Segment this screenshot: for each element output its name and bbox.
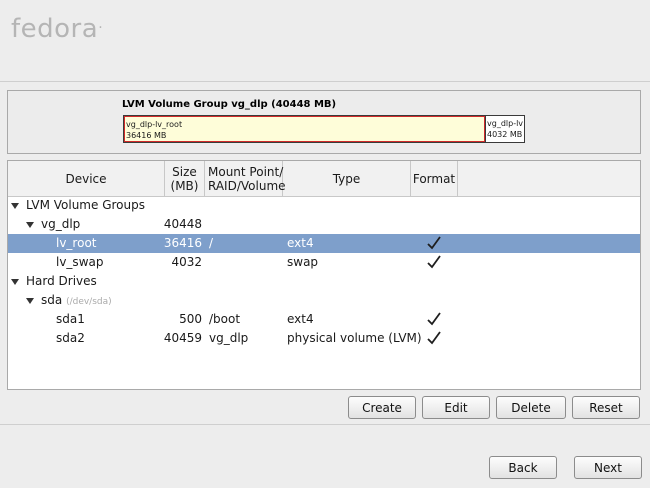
device-label: LVM Volume Groups	[26, 198, 145, 212]
size-value: 40459	[163, 331, 202, 345]
column-mount-line1: Mount Point/	[208, 164, 284, 179]
fedora-logo: fedora.	[11, 14, 103, 44]
column-device[interactable]: Device	[8, 161, 165, 196]
tree-row-lvm-volume-groups[interactable]: LVM Volume Groups	[8, 196, 640, 215]
tree-row-sda[interactable]: sda (/dev/sda)	[8, 291, 640, 310]
checkmark-icon[interactable]	[426, 235, 442, 251]
tree-row-lv-root[interactable]: lv_root 36416 / ext4	[8, 234, 640, 253]
size-value: 40448	[163, 217, 202, 231]
volume-group-bar: vg_dlp-lv_root 36416 MB vg_dlp-lv 4032 M…	[123, 115, 525, 143]
column-format[interactable]: Format	[411, 161, 458, 196]
volume-group-graphic: LVM Volume Group vg_dlp (40448 MB) vg_dl…	[7, 90, 641, 154]
segment-lv-root-name: vg_dlp-lv_root	[126, 120, 183, 129]
segment-lv-swap[interactable]: vg_dlp-lv 4032 MB	[485, 116, 524, 142]
checkmark-icon[interactable]	[426, 311, 442, 327]
column-size-line1: Size	[172, 164, 197, 179]
device-label: Hard Drives	[26, 274, 97, 288]
device-label: sda1	[56, 312, 85, 326]
column-mount-line2: RAID/Volume	[208, 178, 286, 193]
column-type[interactable]: Type	[283, 161, 411, 196]
size-value: 36416	[163, 236, 202, 250]
tree-row-sda1[interactable]: sda1 500 /boot ext4	[8, 310, 640, 329]
type-value: ext4	[287, 236, 314, 250]
size-value: 4032	[171, 255, 202, 269]
device-label: sda2	[56, 331, 85, 345]
device-label-group: sda (/dev/sda)	[41, 291, 112, 310]
device-label: vg_dlp	[41, 217, 81, 231]
expander-down-icon[interactable]	[26, 222, 34, 228]
tree-row-sda2[interactable]: sda2 40459 vg_dlp physical volume (LVM)	[8, 329, 640, 348]
segment-lv-root-size: 36416 MB	[126, 131, 167, 140]
header-divider	[0, 81, 650, 82]
column-size-line2: (MB)	[170, 178, 199, 193]
back-button[interactable]: Back	[489, 456, 557, 479]
tree-header: Device Size (MB) Mount Point/RAID/Volume …	[8, 161, 640, 197]
device-label: lv_swap	[56, 255, 104, 269]
column-mount-point[interactable]: Mount Point/RAID/Volume	[205, 161, 286, 196]
create-button[interactable]: Create	[348, 396, 416, 419]
mount-value: vg_dlp	[209, 331, 249, 345]
tree-row-hard-drives[interactable]: Hard Drives	[8, 272, 640, 291]
checkmark-icon[interactable]	[426, 254, 442, 270]
reset-button[interactable]: Reset	[572, 396, 640, 419]
size-value: 500	[179, 312, 202, 326]
mount-value: /	[209, 236, 214, 250]
type-value: ext4	[287, 312, 314, 326]
expander-down-icon[interactable]	[11, 279, 19, 285]
column-size[interactable]: Size (MB)	[165, 161, 205, 196]
tree-row-vg-dlp[interactable]: vg_dlp 40448	[8, 215, 640, 234]
type-value: physical volume (LVM)	[287, 331, 422, 345]
device-tree[interactable]: Device Size (MB) Mount Point/RAID/Volume …	[7, 160, 641, 390]
logo-mark: .	[98, 16, 104, 32]
expander-down-icon[interactable]	[11, 203, 19, 209]
footer-divider	[0, 424, 650, 425]
delete-button[interactable]: Delete	[496, 396, 566, 419]
expander-down-icon[interactable]	[26, 298, 34, 304]
segment-lv-swap-name: vg_dlp-lv	[487, 119, 524, 128]
segment-lv-root[interactable]: vg_dlp-lv_root 36416 MB	[124, 116, 485, 142]
device-label: sda	[41, 293, 63, 307]
device-label: lv_root	[56, 236, 97, 250]
checkmark-icon[interactable]	[426, 330, 442, 346]
device-path-hint: (/dev/sda)	[66, 297, 112, 307]
volume-group-title: LVM Volume Group vg_dlp (40448 MB)	[122, 99, 337, 110]
tree-row-lv-swap[interactable]: lv_swap 4032 swap	[8, 253, 640, 272]
next-button[interactable]: Next	[574, 456, 642, 479]
logo-text: fedora	[11, 14, 99, 44]
mount-value: /boot	[209, 312, 241, 326]
edit-button[interactable]: Edit	[422, 396, 490, 419]
type-value: swap	[287, 255, 319, 269]
segment-lv-swap-size: 4032 MB	[487, 130, 523, 139]
